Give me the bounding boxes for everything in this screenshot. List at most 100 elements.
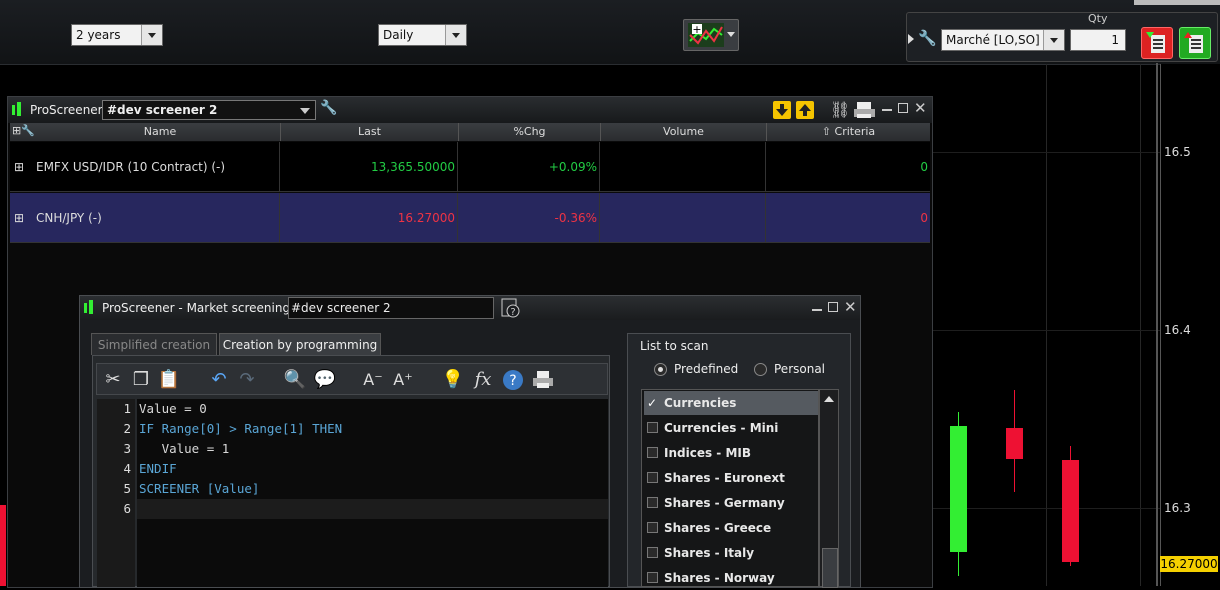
tab-creation-by-programming[interactable]: Creation by programming (219, 333, 381, 355)
cut-icon[interactable]: ✂ (101, 368, 125, 392)
list-item-label: Shares - Germany (664, 496, 785, 510)
proscreener-titlebar[interactable]: ProScreener #dev screener 2 🔧 ⛓ ✕ (8, 97, 932, 123)
list-item-label: Indices - MIB (664, 446, 751, 460)
help-button[interactable]: ? (500, 297, 522, 319)
scroll-up-icon[interactable] (824, 396, 834, 402)
help-icon[interactable]: ? (501, 368, 525, 392)
candle-up[interactable] (950, 426, 967, 552)
radio-predefined[interactable]: Predefined (654, 362, 764, 378)
maximize-icon[interactable] (828, 302, 838, 312)
list-item[interactable]: Shares - Euronext (644, 466, 818, 490)
close-icon[interactable]: ✕ (844, 298, 857, 316)
column-header-last[interactable]: Last (280, 123, 458, 141)
table-row-selected[interactable]: ⊞ CNH/JPY (-) 16.27000 -0.36% 0 (10, 193, 930, 243)
cell-name: EMFX USD/IDR (10 Contract) (-) (34, 142, 280, 192)
close-icon[interactable]: ✕ (914, 99, 927, 117)
checkbox[interactable] (647, 472, 658, 483)
radio-icon (754, 363, 767, 376)
cell-volume (600, 193, 766, 243)
scroll-thumb[interactable] (822, 548, 838, 588)
candle-down[interactable] (0, 505, 6, 586)
candle-down[interactable] (1062, 460, 1079, 562)
function-icon[interactable]: fx (471, 368, 495, 392)
cell-criteria: 0 (920, 211, 928, 225)
code-line: SCREENER [Value] (139, 481, 260, 496)
wrench-icon[interactable]: 🔧 (320, 100, 340, 120)
screener-select[interactable]: #dev screener 2 (102, 100, 316, 120)
wrench-icon[interactable]: 🔧 (918, 29, 938, 49)
editor-toolbar: ✂ ❐ 📋 ↶ ↷ 🔍 💬 A⁻ A⁺ 💡 fx ? (96, 363, 608, 395)
radio-personal[interactable]: Personal (754, 362, 854, 378)
column-header-criteria[interactable]: ⇧ Criteria (766, 123, 930, 141)
checkmark-icon: ✓ (647, 396, 658, 410)
list-item[interactable]: Shares - Greece (644, 516, 818, 540)
checkbox[interactable] (647, 422, 658, 433)
expand-arrow-icon[interactable] (908, 34, 914, 44)
list-item[interactable]: Shares - Italy (644, 541, 818, 565)
axis-separator (1156, 63, 1158, 586)
checkbox[interactable] (647, 522, 658, 533)
market-screening-titlebar[interactable]: ProScreener - Market screening - #dev sc… (80, 296, 860, 320)
cell-name: CNH/JPY (-) (34, 193, 280, 243)
svg-text:?: ? (509, 373, 516, 389)
comment-icon[interactable]: 💬 (313, 368, 337, 392)
undo-icon[interactable]: ↶ (207, 368, 231, 392)
copy-icon[interactable]: ❐ (129, 368, 153, 392)
list-item[interactable]: Currencies - Mini (644, 416, 818, 440)
cell-chg: -0.36% (458, 193, 600, 243)
table-row[interactable]: ⊞ EMFX USD/IDR (10 Contract) (-) 13,365.… (10, 142, 930, 192)
market-order-select[interactable]: Marché [LO,SO] (941, 29, 1065, 51)
chevron-down-icon (445, 25, 466, 45)
lightbulb-icon[interactable]: 💡 (441, 368, 465, 392)
checkbox[interactable] (647, 572, 658, 583)
increase-font-icon[interactable]: A⁺ (391, 368, 415, 392)
buy-button[interactable] (1179, 27, 1211, 59)
list-item-label: Shares - Euronext (664, 471, 785, 485)
market-list: ✓ Currencies Currencies - Mini Indices -… (641, 389, 819, 587)
list-item-selected[interactable]: ✓ Currencies (644, 391, 818, 415)
grid-line (930, 330, 1160, 331)
sort-down-button[interactable] (773, 101, 791, 119)
radio-personal-label: Personal (774, 362, 826, 376)
period-select[interactable]: 2 years (71, 24, 163, 46)
column-header-volume[interactable]: Volume (600, 123, 766, 141)
checkbox[interactable] (647, 497, 658, 508)
qty-input[interactable]: 1 (1070, 29, 1126, 51)
redo-icon[interactable]: ↷ (235, 368, 259, 392)
list-item[interactable]: Indices - MIB (644, 441, 818, 465)
checkbox[interactable] (647, 547, 658, 558)
candle-down[interactable] (1006, 428, 1023, 459)
maximize-icon[interactable] (898, 103, 908, 113)
screener-name-input[interactable]: #dev screener 2 (288, 297, 494, 319)
list-item[interactable]: Shares - Germany (644, 491, 818, 515)
minimize-icon[interactable] (812, 309, 822, 311)
sort-up-button[interactable] (796, 101, 814, 119)
chevron-down-icon (727, 32, 735, 37)
line-number: 2 (123, 421, 131, 436)
add-indicator-button[interactable]: + (683, 19, 739, 51)
minimize-icon[interactable] (882, 109, 892, 111)
column-header-name[interactable]: Name (40, 123, 280, 141)
tab-simplified-creation[interactable]: Simplified creation (91, 333, 217, 355)
interval-select[interactable]: Daily (378, 24, 467, 46)
results-table-header: ⊞🔧 Name Last %Chg Volume ⇧ Criteria (10, 123, 930, 141)
list-scrollbar[interactable] (819, 389, 839, 588)
line-number: 3 (123, 441, 131, 456)
code-editor[interactable]: Value = 0 IF Range[0] > Range[1] THEN Va… (137, 399, 608, 587)
print-button[interactable] (853, 100, 877, 120)
line-number: 6 (123, 501, 131, 516)
list-item[interactable]: Shares - Norway (644, 566, 818, 590)
checkbox[interactable] (647, 447, 658, 458)
chart-icon[interactable]: ⊞ (14, 211, 32, 225)
app-icon (12, 105, 15, 115)
paste-icon[interactable]: 📋 (157, 368, 181, 392)
link-icon[interactable]: ⛓ (830, 100, 850, 120)
printer-icon[interactable] (531, 368, 555, 392)
header-tools-icon[interactable]: ⊞🔧 (12, 124, 40, 140)
column-header-chg[interactable]: %Chg (458, 123, 600, 141)
sell-button[interactable] (1141, 27, 1173, 59)
chart-icon[interactable]: ⊞ (14, 160, 32, 174)
search-icon[interactable]: 🔍 (283, 368, 307, 392)
help-doc-icon: ? (501, 298, 520, 318)
decrease-font-icon[interactable]: A⁻ (361, 368, 385, 392)
